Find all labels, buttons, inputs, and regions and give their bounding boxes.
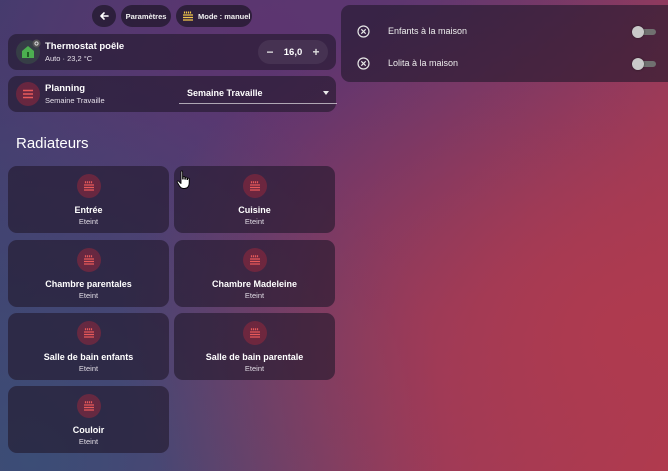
- radiator-name: Entrée: [74, 205, 103, 215]
- thermostat-title: Thermostat poêle: [45, 41, 125, 52]
- presence-label: Lolita à la maison: [388, 58, 459, 68]
- radiator-icon: [76, 248, 101, 272]
- mode-chip[interactable]: Mode : manuel: [176, 5, 252, 27]
- radiator-icon: [76, 174, 101, 198]
- radiator-tile[interactable]: Salle de bain parentale Eteint: [174, 313, 335, 380]
- radiator-tile[interactable]: Chambre Madeleine Eteint: [174, 240, 335, 307]
- planning-select[interactable]: Semaine Travaille: [179, 82, 337, 104]
- presence-row-lolita[interactable]: Lolita à la maison: [341, 49, 668, 79]
- radiator-tile[interactable]: Couloir Eteint: [8, 386, 169, 453]
- list-icon: [16, 82, 40, 106]
- presence-label: Enfants à la maison: [388, 26, 468, 36]
- decrease-button[interactable]: −: [264, 45, 276, 59]
- radiator-icon: [76, 394, 101, 418]
- presence-card: Enfants à la maison Lolita à la maison: [341, 5, 668, 82]
- presence-toggle[interactable]: [632, 26, 656, 38]
- target-temperature: 16,0: [283, 46, 303, 58]
- settings-chip[interactable]: Paramètres: [121, 5, 171, 27]
- increase-button[interactable]: +: [310, 45, 322, 59]
- thermostat-stepper[interactable]: − 16,0 +: [258, 40, 328, 64]
- radiator-name: Salle de bain parentale: [205, 352, 304, 362]
- arrow-left-icon: [100, 12, 109, 20]
- chevron-down-icon: [323, 90, 329, 95]
- presence-toggle[interactable]: [632, 58, 656, 70]
- planning-status: Semaine Travaille: [45, 96, 105, 105]
- thermostat-status: Auto · 23,2 °C: [45, 54, 93, 63]
- close-circle-icon: [357, 25, 370, 38]
- hand-cursor-icon: [176, 170, 190, 189]
- planning-title: Planning: [45, 83, 86, 94]
- radiator-tile[interactable]: Entrée Eteint: [8, 166, 169, 233]
- radiator-state: Eteint: [78, 217, 99, 226]
- radiator-state: Eteint: [244, 291, 265, 300]
- radiator-state: Eteint: [78, 364, 99, 373]
- radiator-name: Couloir: [72, 425, 105, 435]
- radiator-icon: [242, 248, 267, 272]
- radiator-state: Eteint: [78, 437, 99, 446]
- back-button[interactable]: [92, 5, 116, 27]
- section-title: Radiateurs: [16, 135, 89, 152]
- settings-label: Paramètres: [125, 11, 167, 21]
- home-thermometer-icon: [16, 39, 41, 64]
- radiator-icon: [242, 321, 267, 345]
- presence-row-enfants[interactable]: Enfants à la maison: [341, 17, 668, 47]
- radiator-state: Eteint: [244, 217, 265, 226]
- radiator-state: Eteint: [78, 291, 99, 300]
- radiator-tile[interactable]: Salle de bain enfants Eteint: [8, 313, 169, 380]
- radiator-icon: [242, 174, 267, 198]
- radiator-name: Salle de bain enfants: [43, 352, 134, 362]
- planning-selected-value: Semaine Travaille: [187, 87, 263, 98]
- radiator-name: Chambre Madeleine: [211, 279, 298, 289]
- radiator-icon: [76, 321, 101, 345]
- radiator-state: Eteint: [244, 364, 265, 373]
- radiator-icon: [183, 11, 193, 21]
- mode-label: Mode : manuel: [198, 11, 251, 21]
- radiator-tile[interactable]: Chambre parentales Eteint: [8, 240, 169, 307]
- radiator-tile[interactable]: Cuisine Eteint: [174, 166, 335, 233]
- planning-card[interactable]: Planning Semaine Travaille Semaine Trava…: [8, 76, 337, 112]
- thermostat-card[interactable]: Thermostat poêle Auto · 23,2 °C − 16,0 +: [8, 34, 336, 70]
- radiator-name: Chambre parentales: [45, 279, 132, 289]
- close-circle-icon: [357, 57, 370, 70]
- radiator-name: Cuisine: [238, 205, 271, 215]
